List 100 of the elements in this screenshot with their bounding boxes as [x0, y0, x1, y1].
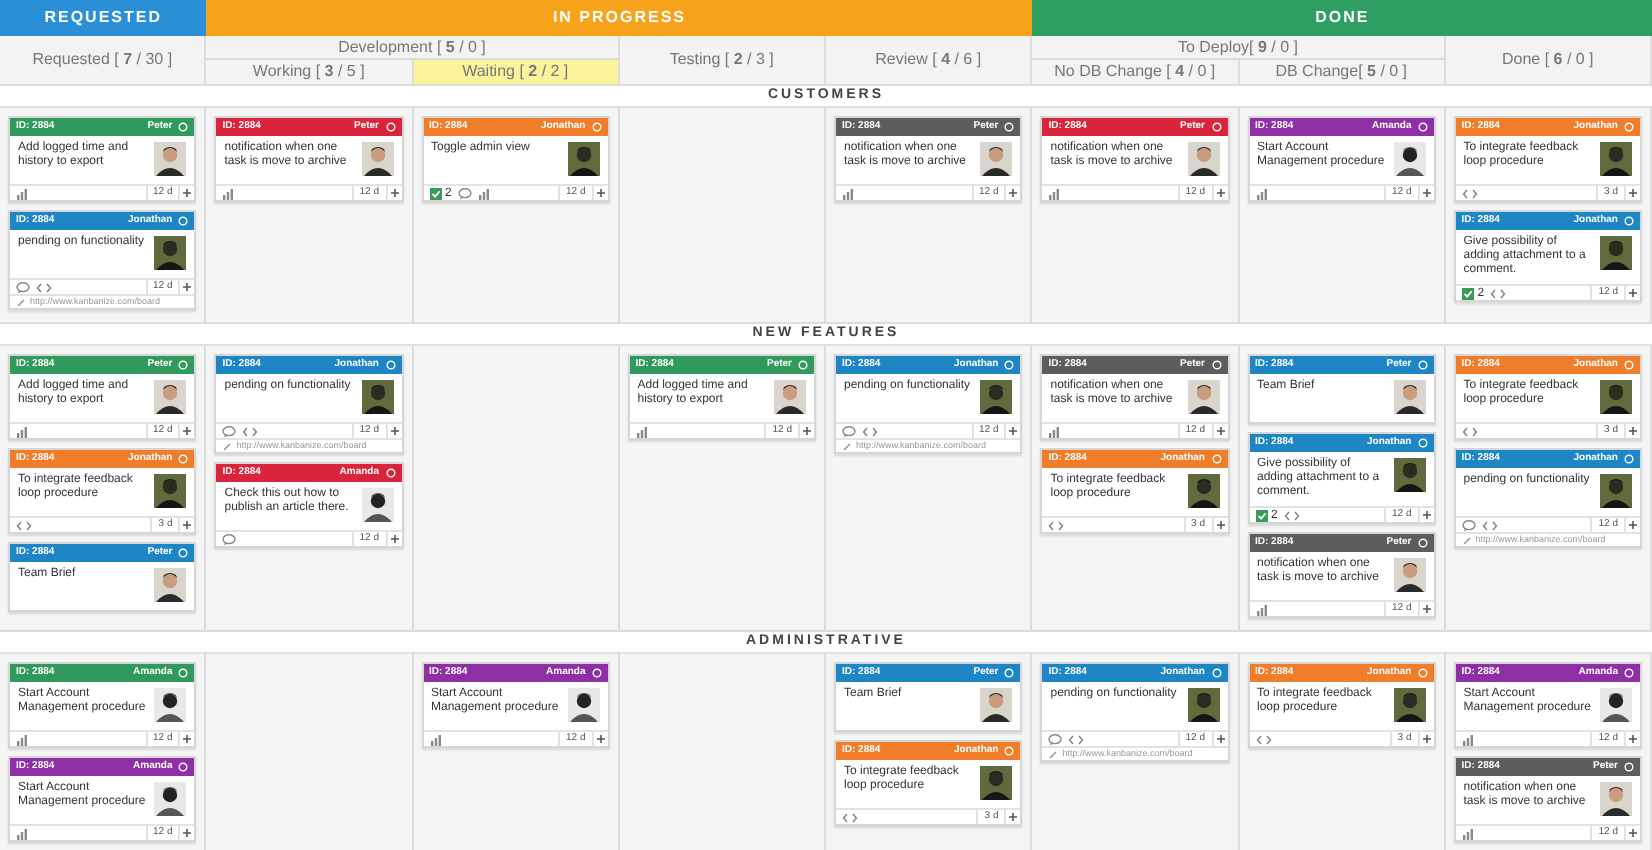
comment-icon — [457, 187, 472, 199]
add-button[interactable] — [1417, 602, 1434, 616]
plus-icon — [1421, 510, 1432, 520]
add-button[interactable] — [1624, 518, 1640, 532]
plus-icon — [182, 734, 193, 744]
plus-icon — [1628, 188, 1638, 198]
circle-icon[interactable] — [1624, 762, 1634, 772]
code-icon — [1461, 187, 1478, 199]
circle-icon[interactable] — [591, 668, 602, 678]
add-button[interactable] — [1004, 186, 1021, 200]
add-button[interactable] — [178, 186, 195, 200]
plus-icon — [182, 520, 193, 530]
add-button[interactable] — [798, 424, 814, 438]
add-button[interactable] — [178, 518, 195, 532]
column-header[interactable]: DB Change[ 5 / 0 ] — [1239, 60, 1446, 84]
code-icon — [1490, 287, 1507, 299]
circle-icon[interactable] — [178, 360, 189, 370]
add-button[interactable] — [1211, 518, 1227, 532]
circle-icon[interactable] — [1624, 454, 1634, 464]
code-icon — [36, 281, 52, 293]
circle-icon[interactable] — [1417, 538, 1428, 548]
plus-icon — [1628, 426, 1638, 436]
plus-icon — [1215, 188, 1225, 198]
plus-icon — [1215, 734, 1225, 744]
code-icon — [16, 519, 32, 531]
column-header[interactable]: Done [ 6 / 0 ] — [1445, 36, 1652, 84]
chart-icon — [635, 425, 648, 437]
add-button[interactable] — [1004, 810, 1021, 824]
circle-icon[interactable] — [178, 122, 189, 132]
code-icon — [1461, 425, 1478, 437]
plus-icon — [1421, 734, 1432, 744]
add-button[interactable] — [1417, 186, 1434, 200]
circle-icon[interactable] — [178, 548, 189, 558]
add-button[interactable] — [1624, 732, 1640, 746]
circle-icon[interactable] — [385, 468, 395, 478]
circle-icon[interactable] — [178, 762, 189, 772]
column-header[interactable]: Waiting [ 2 / 2 ] — [413, 60, 620, 84]
add-button[interactable] — [1004, 424, 1021, 438]
circle-icon[interactable] — [1004, 122, 1015, 132]
add-button[interactable] — [178, 424, 195, 438]
plus-icon — [182, 426, 193, 436]
add-button[interactable] — [178, 826, 195, 840]
code-icon — [1481, 519, 1498, 531]
plus-icon — [1628, 828, 1638, 838]
circle-icon[interactable] — [1417, 122, 1428, 132]
plus-icon — [1215, 426, 1225, 436]
column-header[interactable]: Requested [ 7 / 30 ] — [0, 36, 207, 84]
comment-icon — [842, 425, 856, 437]
add-button[interactable] — [1211, 186, 1227, 200]
plus-icon — [182, 188, 193, 198]
circle-icon[interactable] — [1004, 360, 1015, 370]
add-button[interactable] — [178, 280, 195, 294]
circle-icon[interactable] — [1211, 360, 1221, 370]
add-button[interactable] — [591, 732, 608, 746]
plus-icon — [389, 426, 399, 436]
circle-icon[interactable] — [1211, 668, 1221, 678]
add-button[interactable] — [1624, 826, 1640, 840]
plus-icon — [1421, 604, 1432, 614]
circle-icon[interactable] — [178, 668, 189, 678]
circle-icon[interactable] — [385, 122, 395, 132]
circle-icon[interactable] — [1417, 360, 1428, 370]
column-header[interactable]: Testing [ 2 / 3 ] — [619, 36, 826, 84]
checkbox-icon — [1255, 509, 1267, 521]
chart-icon — [1461, 733, 1474, 745]
stage-title: REQUESTED — [44, 6, 163, 30]
add-button[interactable] — [1624, 186, 1640, 200]
plus-icon — [1628, 734, 1638, 744]
circle-icon[interactable] — [1211, 122, 1221, 132]
add-button[interactable] — [1624, 286, 1640, 300]
add-button[interactable] — [385, 532, 401, 546]
chart-icon — [16, 827, 28, 839]
circle-icon[interactable] — [1624, 216, 1634, 226]
circle-icon[interactable] — [1624, 668, 1634, 678]
plus-icon — [595, 188, 606, 198]
column-group-title: Development [ 5 / 0 ] — [338, 35, 486, 59]
circle-icon[interactable] — [798, 360, 808, 370]
circle-icon[interactable] — [178, 216, 189, 226]
circle-icon[interactable] — [1417, 438, 1428, 448]
add-button[interactable] — [178, 732, 195, 746]
column-header[interactable]: Review [ 4 / 6 ] — [826, 36, 1033, 84]
add-button[interactable] — [591, 186, 608, 200]
plus-icon — [389, 188, 399, 198]
add-button[interactable] — [1417, 508, 1434, 522]
circle-icon[interactable] — [1004, 668, 1015, 678]
add-button[interactable] — [1624, 424, 1640, 438]
chart-icon — [1048, 187, 1061, 199]
circle-icon[interactable] — [385, 360, 395, 370]
add-button[interactable] — [1417, 732, 1434, 746]
add-button[interactable] — [385, 424, 401, 438]
plus-icon — [1628, 520, 1638, 530]
add-button[interactable] — [1211, 424, 1227, 438]
column-header[interactable]: No DB Change [ 4 / 0 ] — [1032, 60, 1239, 84]
add-button[interactable] — [385, 186, 401, 200]
chart-icon — [16, 425, 28, 437]
plus-icon — [1215, 520, 1225, 530]
checkbox-icon — [429, 187, 441, 199]
plus-icon — [802, 426, 812, 436]
column-header[interactable]: Working [ 3 / 5 ] — [206, 60, 413, 84]
plus-icon — [595, 734, 606, 744]
add-button[interactable] — [1211, 732, 1227, 746]
